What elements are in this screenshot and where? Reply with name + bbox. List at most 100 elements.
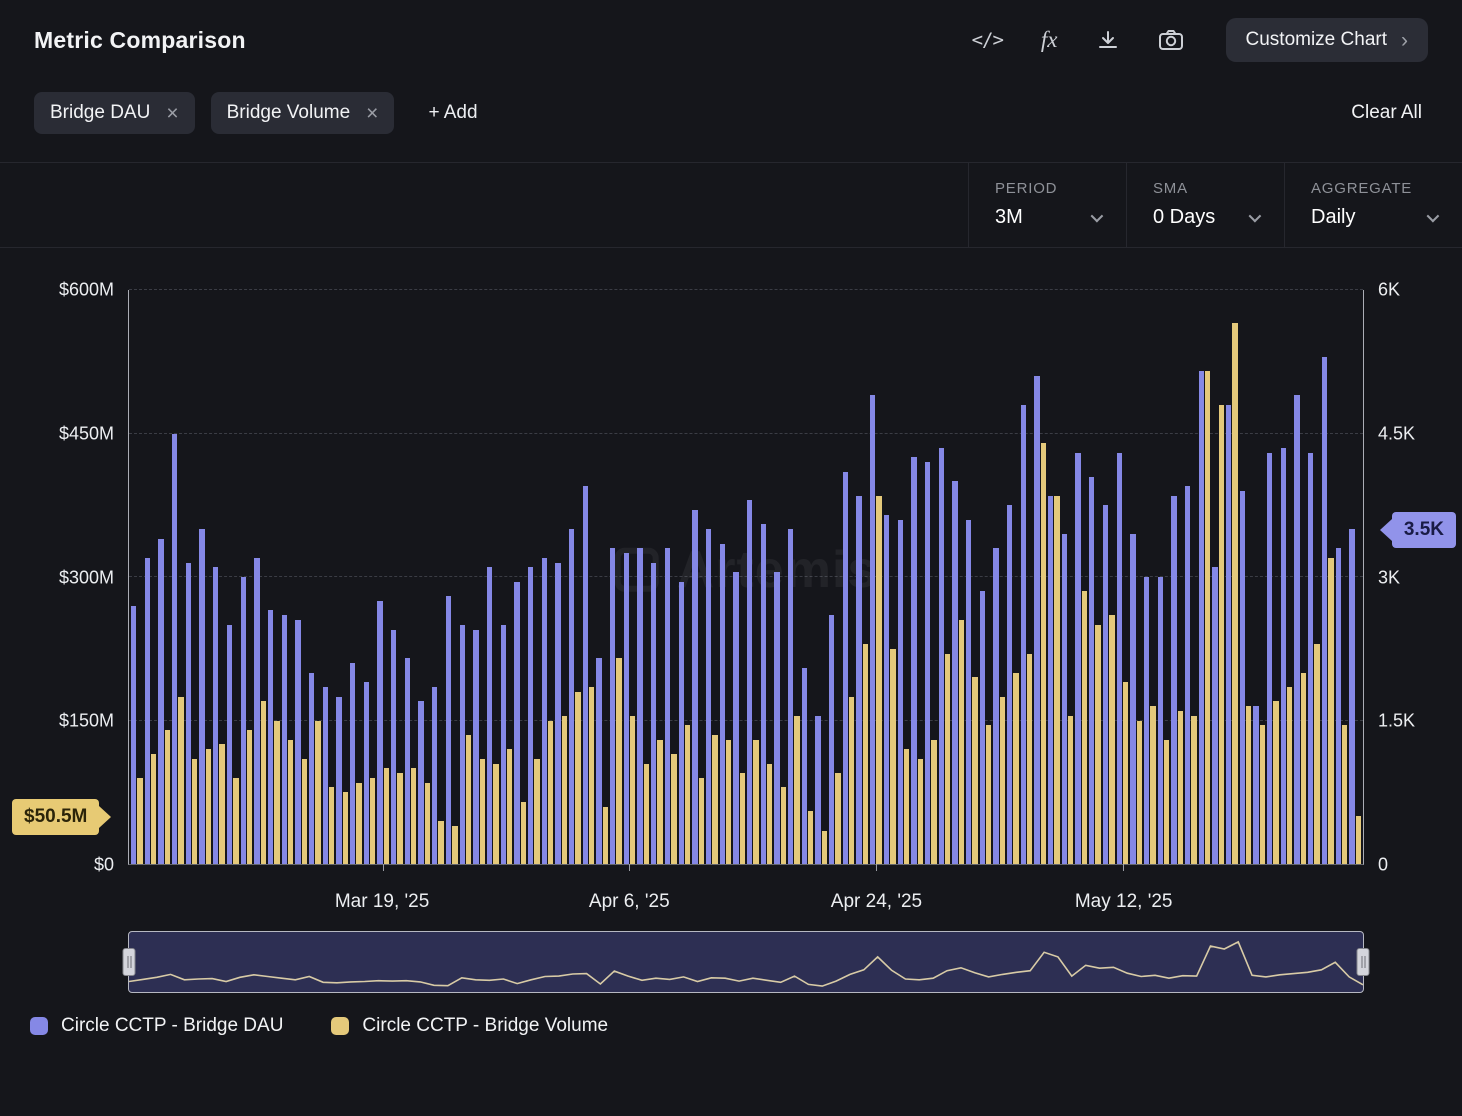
bar-group[interactable] <box>431 290 445 864</box>
aggregate-dropdown[interactable]: AGGREGATE Daily <box>1284 163 1462 247</box>
bar-group[interactable] <box>445 290 459 864</box>
bar-group[interactable] <box>650 290 664 864</box>
bar-group[interactable] <box>719 290 733 864</box>
bar-group[interactable] <box>281 290 295 864</box>
bar-group[interactable] <box>1088 290 1102 864</box>
bar-group[interactable] <box>636 290 650 864</box>
bar-group[interactable] <box>582 290 596 864</box>
bar-group[interactable] <box>910 290 924 864</box>
bar-group[interactable] <box>294 290 308 864</box>
bar-group[interactable] <box>595 290 609 864</box>
bar-group[interactable] <box>801 290 815 864</box>
bar-group[interactable] <box>828 290 842 864</box>
bar-group[interactable] <box>1074 290 1088 864</box>
bar-group[interactable] <box>1335 290 1349 864</box>
bar-group[interactable] <box>855 290 869 864</box>
bar-group[interactable] <box>1198 290 1212 864</box>
bar-group[interactable] <box>157 290 171 864</box>
bar-group[interactable] <box>1170 290 1184 864</box>
bar-group[interactable] <box>1143 290 1157 864</box>
bar-group[interactable] <box>1061 290 1075 864</box>
bar-group[interactable] <box>979 290 993 864</box>
bar-group[interactable] <box>500 290 514 864</box>
bar-group[interactable] <box>240 290 254 864</box>
bar-group[interactable] <box>130 290 144 864</box>
bar-group[interactable] <box>554 290 568 864</box>
bar-group[interactable] <box>842 290 856 864</box>
bar-group[interactable] <box>459 290 473 864</box>
bar-group[interactable] <box>144 290 158 864</box>
bar-group[interactable] <box>732 290 746 864</box>
add-metric-button[interactable]: + Add <box>422 101 483 125</box>
bar-group[interactable] <box>568 290 582 864</box>
bar-group[interactable] <box>527 290 541 864</box>
range-handle-right[interactable] <box>1357 948 1370 976</box>
bar-group[interactable] <box>992 290 1006 864</box>
bar-group[interactable] <box>185 290 199 864</box>
bar-group[interactable] <box>472 290 486 864</box>
bar-group[interactable] <box>1129 290 1143 864</box>
period-dropdown[interactable]: PERIOD 3M <box>968 163 1126 247</box>
bar-group[interactable] <box>1211 290 1225 864</box>
bar-group[interactable] <box>198 290 212 864</box>
bar-group[interactable] <box>869 290 883 864</box>
bar-group[interactable] <box>664 290 678 864</box>
bar-group[interactable] <box>814 290 828 864</box>
bar-group[interactable] <box>1047 290 1061 864</box>
bar-group[interactable] <box>1348 290 1362 864</box>
bar-group[interactable] <box>883 290 897 864</box>
embed-code-icon[interactable]: </> <box>972 29 1003 51</box>
bar-group[interactable] <box>541 290 555 864</box>
close-icon[interactable]: × <box>166 103 178 124</box>
bar-group[interactable] <box>1225 290 1239 864</box>
bar-group[interactable] <box>267 290 281 864</box>
legend-item[interactable]: Circle CCTP - Bridge DAU <box>30 1015 283 1037</box>
bar-group[interactable] <box>1307 290 1321 864</box>
bar-group[interactable] <box>171 290 185 864</box>
bar-group[interactable] <box>924 290 938 864</box>
bar-group[interactable] <box>212 290 226 864</box>
bar-group[interactable] <box>226 290 240 864</box>
customize-chart-button[interactable]: Customize Chart › <box>1226 18 1429 62</box>
legend-item[interactable]: Circle CCTP - Bridge Volume <box>331 1015 608 1037</box>
bar-group[interactable] <box>678 290 692 864</box>
bar-group[interactable] <box>691 290 705 864</box>
bar-group[interactable] <box>1020 290 1034 864</box>
bar-group[interactable] <box>773 290 787 864</box>
bar-group[interactable] <box>1293 290 1307 864</box>
bar-group[interactable] <box>322 290 336 864</box>
bar-group[interactable] <box>897 290 911 864</box>
bar-group[interactable] <box>1280 290 1294 864</box>
bar-group[interactable] <box>417 290 431 864</box>
bar-group[interactable] <box>308 290 322 864</box>
bar-group[interactable] <box>951 290 965 864</box>
bar-group[interactable] <box>376 290 390 864</box>
bar-group[interactable] <box>1157 290 1171 864</box>
bar-group[interactable] <box>623 290 637 864</box>
bar-group[interactable] <box>404 290 418 864</box>
bar-group[interactable] <box>1102 290 1116 864</box>
bar-group[interactable] <box>253 290 267 864</box>
bar-group[interactable] <box>349 290 363 864</box>
bar-group[interactable] <box>363 290 377 864</box>
bar-group[interactable] <box>1252 290 1266 864</box>
clear-all-button[interactable]: Clear All <box>1345 101 1428 125</box>
chip-bridge-volume[interactable]: Bridge Volume × <box>211 92 395 134</box>
formula-icon[interactable]: fx <box>1041 27 1058 53</box>
close-icon[interactable]: × <box>366 103 378 124</box>
sma-dropdown[interactable]: SMA 0 Days <box>1126 163 1284 247</box>
bar-group[interactable] <box>760 290 774 864</box>
bar-group[interactable] <box>965 290 979 864</box>
bar-group[interactable] <box>1321 290 1335 864</box>
bar-group[interactable] <box>1116 290 1130 864</box>
bar-group[interactable] <box>390 290 404 864</box>
bar-group[interactable] <box>335 290 349 864</box>
bar-group[interactable] <box>1184 290 1198 864</box>
plot-area[interactable]: Artemis <box>128 290 1364 865</box>
bar-group[interactable] <box>746 290 760 864</box>
chip-bridge-dau[interactable]: Bridge DAU × <box>34 92 195 134</box>
bar-group[interactable] <box>1239 290 1253 864</box>
bar-group[interactable] <box>1006 290 1020 864</box>
bar-group[interactable] <box>1033 290 1047 864</box>
bar-group[interactable] <box>705 290 719 864</box>
